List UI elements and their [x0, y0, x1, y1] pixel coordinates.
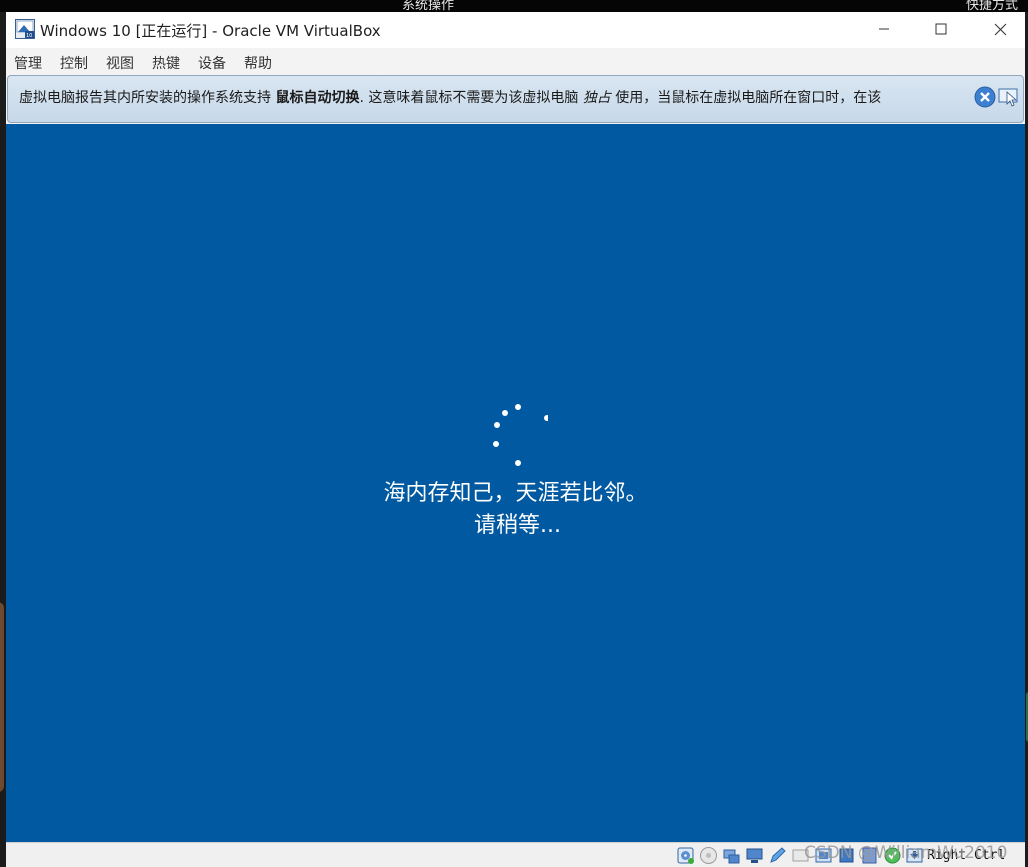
usb-icon[interactable] — [745, 846, 764, 865]
screen: 系统操作 快捷方式 10 Windows 10 [正在运行] - Oracle … — [0, 0, 1028, 867]
audio-icon[interactable] — [699, 846, 718, 865]
maximize-icon — [935, 23, 947, 35]
menu-bar: 管理 控制 视图 热键 设备 帮助 — [6, 48, 1025, 74]
minimize-icon — [879, 28, 889, 30]
optical-drive-icon[interactable] — [676, 846, 695, 865]
banner-text-italic: 独占 — [582, 90, 611, 106]
minimize-button[interactable] — [861, 12, 907, 46]
banner-text-part1: 虚拟电脑报告其内所安装的操作系统支持 — [19, 90, 271, 106]
banner-text-part2: . 这意味着鼠标不需要为该虚拟电脑 — [359, 90, 579, 106]
close-button[interactable] — [977, 12, 1023, 46]
loading-spinner-icon — [493, 404, 548, 466]
virtualbox-app-icon: 10 — [15, 19, 35, 39]
boot-wait-message: 请稍等... — [474, 513, 561, 538]
watermark: CSDN @WilliamWu2010 — [804, 843, 1008, 863]
mouse-integration-icon[interactable] — [998, 86, 1020, 108]
menu-machine[interactable]: 管理 — [14, 53, 42, 73]
shared-folders-icon[interactable] — [768, 846, 787, 865]
host-wallpaper-edge — [0, 602, 4, 792]
mouse-integration-banner: 虚拟电脑报告其内所安装的操作系统支持 鼠标自动切换. 这意味着鼠标不需要为该虚拟… — [7, 75, 1024, 123]
status-bar: Right Ctrl CSDN @WilliamWu2010 — [6, 842, 1025, 867]
host-desktop-bar: 系统操作 快捷方式 — [0, 0, 1028, 13]
title-bar[interactable]: 10 Windows 10 [正在运行] - Oracle VM Virtual… — [6, 12, 1025, 48]
network-icon[interactable] — [722, 846, 741, 865]
close-banner-icon[interactable] — [974, 86, 996, 108]
boot-message: 海内存知己，天涯若比邻。 — [383, 481, 648, 506]
vm-display[interactable]: 海内存知己，天涯若比邻。 请稍等... — [6, 124, 1025, 842]
menu-view[interactable]: 视图 — [106, 53, 134, 73]
banner-message: 虚拟电脑报告其内所安装的操作系统支持 鼠标自动切换. 这意味着鼠标不需要为该虚拟… — [19, 87, 881, 107]
virtualbox-window: 10 Windows 10 [正在运行] - Oracle VM Virtual… — [6, 12, 1025, 867]
maximize-button[interactable] — [918, 12, 964, 46]
close-icon — [994, 23, 1006, 35]
svg-text:10: 10 — [26, 33, 32, 39]
menu-devices[interactable]: 设备 — [198, 53, 226, 73]
window-title: Windows 10 [正在运行] - Oracle VM VirtualBox — [40, 22, 381, 40]
banner-text-bold: 鼠标自动切换 — [275, 90, 360, 106]
menu-help[interactable]: 帮助 — [244, 53, 272, 73]
menu-control[interactable]: 控制 — [60, 53, 88, 73]
banner-text-part3: 使用，当鼠标在虚拟电脑所在窗口时，在该 — [615, 90, 882, 106]
menu-hotkeys[interactable]: 热键 — [152, 53, 180, 73]
